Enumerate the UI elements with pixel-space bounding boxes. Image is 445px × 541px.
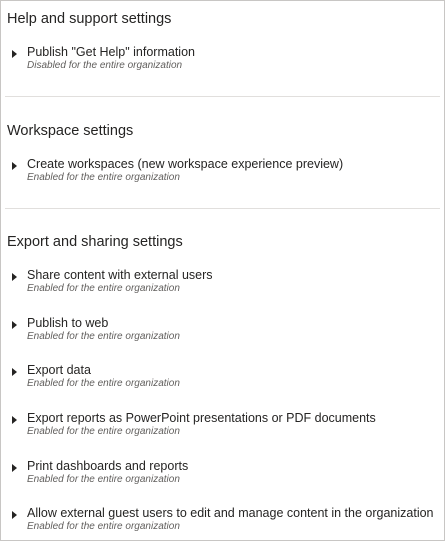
setting-status: Enabled for the entire organization [27,474,180,485]
caret-right-icon[interactable] [12,162,17,170]
section-title-workspace: Workspace settings [7,123,134,139]
setting-status: Enabled for the entire organization [27,172,180,183]
caret-right-icon[interactable] [12,511,17,519]
setting-external-guest-edit[interactable]: Allow external guest users to edit and m… [1,506,444,540]
setting-label[interactable]: Create workspaces (new workspace experie… [27,157,343,171]
setting-label[interactable]: Print dashboards and reports [27,459,188,473]
setting-label[interactable]: Export reports as PowerPoint presentatio… [27,411,376,425]
setting-status: Enabled for the entire organization [27,426,180,437]
section-title-help-support: Help and support settings [7,11,172,27]
setting-publish-get-help[interactable]: Publish "Get Help" information Disabled … [1,45,444,82]
section-title-export-sharing: Export and sharing settings [7,234,183,250]
setting-share-external-users[interactable]: Share content with external users Enable… [1,268,444,305]
setting-label[interactable]: Allow external guest users to edit and m… [27,506,434,520]
tenant-settings-panel: Help and support settings Publish "Get H… [0,0,445,541]
setting-label[interactable]: Publish to web [27,316,108,330]
caret-right-icon[interactable] [12,50,17,58]
setting-status: Enabled for the entire organization [27,521,180,532]
setting-status: Enabled for the entire organization [27,331,180,342]
setting-label[interactable]: Publish "Get Help" information [27,45,195,59]
setting-status: Enabled for the entire organization [27,283,180,294]
caret-right-icon[interactable] [12,273,17,281]
caret-right-icon[interactable] [12,321,17,329]
setting-create-workspaces[interactable]: Create workspaces (new workspace experie… [1,157,444,194]
section-divider [5,96,440,97]
setting-publish-to-web[interactable]: Publish to web Enabled for the entire or… [1,316,444,353]
section-divider [5,208,440,209]
setting-print-dashboards-reports[interactable]: Print dashboards and reports Enabled for… [1,459,444,496]
setting-status: Enabled for the entire organization [27,378,180,389]
setting-export-reports-ppt-pdf[interactable]: Export reports as PowerPoint presentatio… [1,411,444,448]
setting-label[interactable]: Share content with external users [27,268,213,282]
setting-export-data[interactable]: Export data Enabled for the entire organ… [1,363,444,400]
caret-right-icon[interactable] [12,368,17,376]
caret-right-icon[interactable] [12,416,17,424]
setting-label[interactable]: Export data [27,363,91,377]
caret-right-icon[interactable] [12,464,17,472]
setting-status: Disabled for the entire organization [27,60,183,71]
